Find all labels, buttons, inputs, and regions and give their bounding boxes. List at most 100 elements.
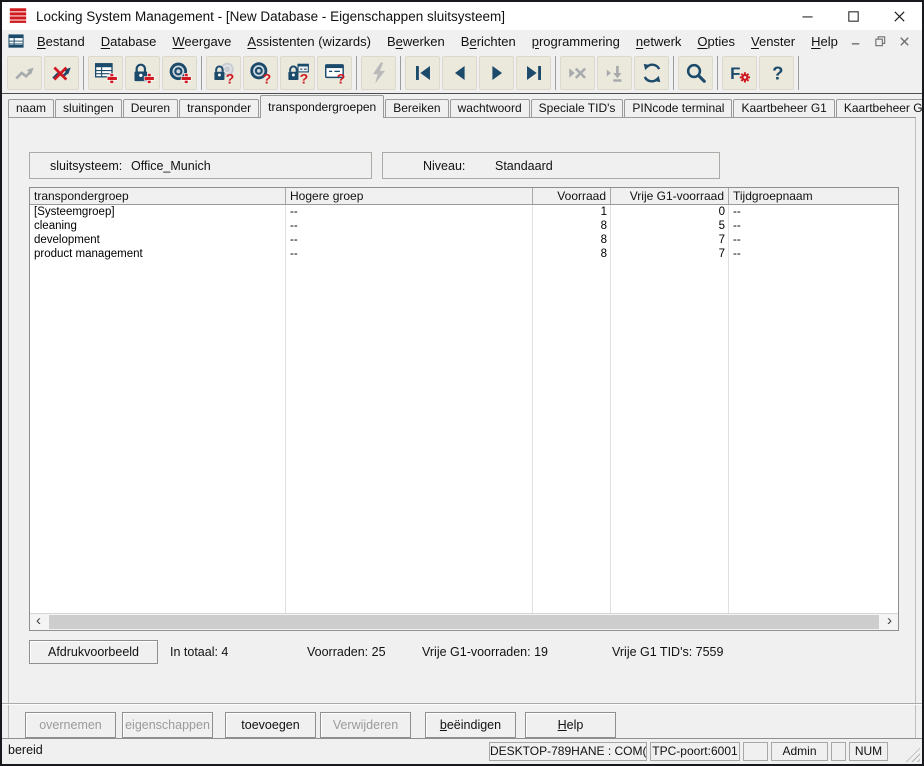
tab-bereiken[interactable]: Bereiken: [385, 99, 448, 117]
new-locking-system-button[interactable]: [88, 56, 123, 90]
table-cell: cleaning: [30, 219, 286, 233]
vrije-g1-tids-count: Vrije G1 TID's: 7559: [612, 645, 723, 659]
tab-naam[interactable]: naam: [8, 99, 54, 117]
minimize-button[interactable]: [784, 2, 830, 30]
prev-record-button[interactable]: [442, 56, 477, 90]
table-cell: 0: [611, 205, 729, 219]
tab-wachtwoord[interactable]: wachtwoord: [450, 99, 530, 117]
next-record-button[interactable]: [479, 56, 514, 90]
footer-divider: [2, 703, 922, 704]
menu-programmering[interactable]: programmering: [524, 32, 628, 51]
table-row[interactable]: cleaning--85--: [30, 219, 898, 233]
filter-button[interactable]: F: [722, 56, 757, 90]
refresh-button[interactable]: [634, 56, 669, 90]
mdi-close-button[interactable]: [895, 34, 914, 50]
status-panels: DESKTOP-789HANE : COM(*)TPC-poort:6001Ad…: [489, 742, 888, 761]
last-record-button[interactable]: [516, 56, 551, 90]
menu-weergave[interactable]: Weergave: [164, 32, 239, 51]
read-lock-net-button[interactable]: ?: [280, 56, 315, 90]
toolbar-separator: [555, 56, 556, 90]
table-cell: 5: [611, 219, 729, 233]
discard-record-button: [560, 56, 595, 90]
niveau-value: Standaard: [495, 159, 553, 173]
afdrukvoorbeeld-button[interactable]: Afdrukvoorbeeld: [29, 640, 158, 664]
window-title: Locking System Management - [New Databas…: [36, 9, 505, 24]
table-row[interactable]: development--87--: [30, 233, 898, 247]
search-button[interactable]: [678, 56, 713, 90]
menu-database[interactable]: Database: [93, 32, 165, 51]
table-cell: --: [729, 219, 898, 233]
horizontal-scrollbar[interactable]: ‹ ›: [30, 613, 898, 630]
log-off-button[interactable]: [44, 56, 79, 90]
table-cell: [Systeemgroep]: [30, 205, 286, 219]
menu-bewerken[interactable]: Bewerken: [379, 32, 453, 51]
table-cell: --: [729, 247, 898, 261]
mdi-frame-right: [915, 117, 916, 738]
table-header: transpondergroepHogere groepVoorraadVrij…: [30, 188, 898, 205]
toevoegen-button[interactable]: toevoegen: [225, 712, 316, 738]
first-record-button[interactable]: [405, 56, 440, 90]
column-header-voorraad[interactable]: Voorraad: [533, 188, 611, 204]
tab-kaartbeheer-g2[interactable]: Kaartbeheer G2: [836, 99, 924, 117]
read-lock-button[interactable]: ?: [206, 56, 241, 90]
menu-netwerk[interactable]: netwerk: [628, 32, 690, 51]
table-body: [Systeemgroep]--10--cleaning--85--develo…: [30, 205, 898, 613]
menu-assistenten-wizards[interactable]: Assistenten (wizards): [239, 32, 379, 51]
toolbar-separator: [83, 56, 84, 90]
menu-venster[interactable]: Venster: [743, 32, 803, 51]
table-row[interactable]: [Systeemgroep]--10--: [30, 205, 898, 219]
table-cell: --: [286, 247, 533, 261]
title-bar: Locking System Management - [New Databas…: [2, 2, 922, 30]
table-cell: 1: [533, 205, 611, 219]
be-indigen-button[interactable]: beëindigen: [425, 712, 516, 738]
table-cell: --: [286, 205, 533, 219]
new-lock-button[interactable]: [125, 56, 160, 90]
help-button[interactable]: ?: [759, 56, 794, 90]
mdi-window-controls: [847, 34, 914, 50]
empty-panel-1: [743, 742, 768, 761]
resize-grip[interactable]: [905, 747, 920, 762]
tab-sluitingen[interactable]: sluitingen: [55, 99, 122, 117]
vrije-g1-count: Vrije G1-voorraden: 19: [422, 645, 548, 659]
host-com-panel: DESKTOP-789HANE : COM(*): [489, 742, 647, 761]
verwijderen-button: Verwijderen: [320, 712, 411, 738]
table-cell: product management: [30, 247, 286, 261]
sluitsysteem-value: Office_Munich: [131, 159, 211, 173]
menu-berichten[interactable]: Berichten: [453, 32, 524, 51]
tab-kaartbeheer-g1[interactable]: Kaartbeheer G1: [733, 99, 834, 117]
maximize-button[interactable]: [830, 2, 876, 30]
table-row[interactable]: product management--87--: [30, 247, 898, 261]
read-card-button[interactable]: ?: [317, 56, 352, 90]
log-on-button: [7, 56, 42, 90]
app-logo-icon: [8, 6, 28, 26]
scroll-right-arrow[interactable]: ›: [881, 613, 898, 630]
column-header-vrije-g1-voorraad[interactable]: Vrije G1-voorraad: [611, 188, 729, 204]
table-cell: --: [729, 233, 898, 247]
close-button[interactable]: [876, 2, 922, 30]
tab-pincode-terminal[interactable]: PINcode terminal: [624, 99, 732, 117]
column-header-hogere-groep[interactable]: Hogere groep: [286, 188, 533, 204]
svg-text:?: ?: [299, 71, 308, 85]
column-header-transpondergroep[interactable]: transpondergroep: [30, 188, 286, 204]
scrollbar-thumb[interactable]: [49, 615, 879, 629]
toolbar-separator: [400, 56, 401, 90]
mdi-restore-button[interactable]: [871, 34, 890, 50]
tab-deuren[interactable]: Deuren: [123, 99, 178, 117]
toolbar-separator: [201, 56, 202, 90]
menu-bestand[interactable]: Bestand: [29, 32, 93, 51]
read-transponder-button[interactable]: ?: [243, 56, 278, 90]
tab-transponder[interactable]: transponder: [179, 99, 259, 117]
help-button[interactable]: Help: [525, 712, 616, 738]
menu-opties[interactable]: Opties: [689, 32, 743, 51]
table-cell: --: [286, 233, 533, 247]
menu-help[interactable]: Help: [803, 32, 846, 51]
tab-speciale-tid-s[interactable]: Speciale TID's: [531, 99, 624, 117]
table-gridline: [532, 205, 533, 613]
column-header-tijdgroepnaam[interactable]: Tijdgroepnaam: [729, 188, 898, 204]
mdi-minimize-button[interactable]: [847, 34, 866, 50]
svg-text:F: F: [730, 64, 740, 83]
toolbar-separator: [673, 56, 674, 90]
tab-transpondergroepen[interactable]: transpondergroepen: [260, 95, 384, 118]
new-transponder-button[interactable]: [162, 56, 197, 90]
scroll-left-arrow[interactable]: ‹: [30, 613, 47, 630]
